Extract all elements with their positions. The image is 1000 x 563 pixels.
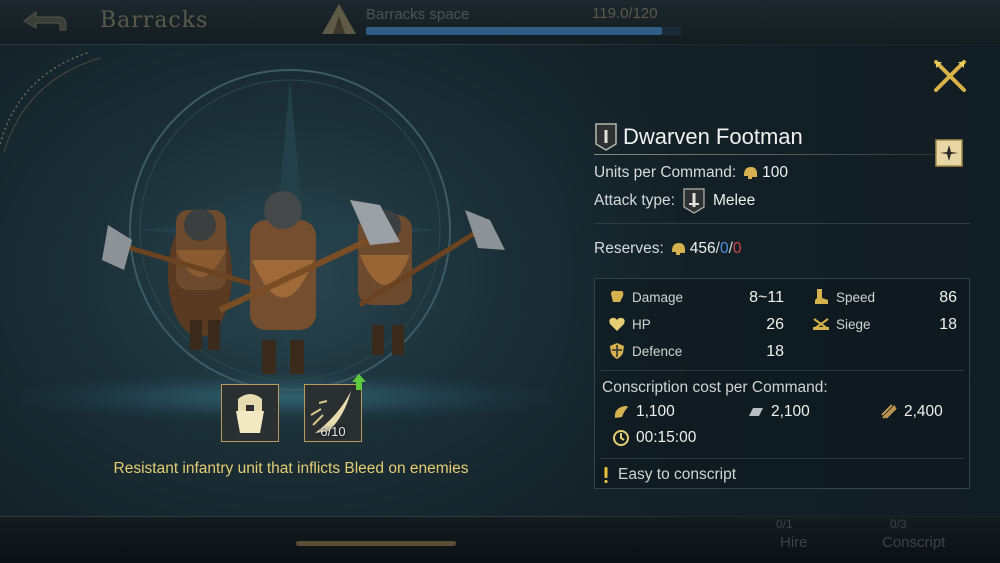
units-per-command-row: Units per Command: 100 — [594, 164, 788, 182]
damage-label: Damage — [632, 289, 684, 305]
hire-button[interactable]: Hire — [780, 534, 808, 551]
reserves-label: Reserves: — [594, 240, 664, 257]
attack-type-label: Attack type: — [594, 192, 675, 209]
defence-value: 18 — [766, 343, 784, 360]
food-icon — [614, 406, 628, 418]
unit-description: Resistant infantry unit that inflicts Bl… — [113, 460, 469, 477]
iron-ingot-icon — [749, 408, 763, 416]
skill-progress: 6/10 — [320, 424, 346, 439]
barracks-space-bar — [366, 27, 681, 35]
stat-damage: Damage — [608, 288, 683, 306]
melee-sword-icon — [683, 188, 705, 214]
back-button[interactable] — [14, 6, 72, 36]
siege-value: 18 — [939, 316, 957, 333]
speed-label: Speed — [836, 289, 876, 305]
boot-icon — [815, 289, 828, 304]
attack-type-value: Melee — [712, 192, 756, 209]
cost-food: 1,100 — [612, 403, 675, 421]
codex-button[interactable] — [932, 136, 966, 170]
units-per-command-label: Units per Command: — [594, 164, 737, 181]
stat-siege: Siege — [812, 315, 871, 333]
conscript-count: 0/3 — [890, 517, 907, 531]
damage-fist-icon — [611, 290, 624, 302]
clock-icon — [613, 430, 629, 446]
defence-label: Defence — [632, 343, 683, 359]
conscription-cost-title: Conscription cost per Command: — [602, 379, 828, 396]
siege-label: Siege — [836, 316, 871, 332]
skill-slot-2[interactable]: 6/10 — [304, 384, 362, 442]
helmet-icon — [744, 167, 758, 179]
hp-value: 26 — [766, 316, 784, 333]
unit-name: Dwarven Footman — [623, 124, 803, 149]
conscript-button[interactable]: Conscript — [882, 534, 945, 551]
bottom-bar-background — [0, 517, 1000, 563]
heart-icon — [609, 317, 625, 331]
cost-iron-value: 2,100 — [771, 403, 810, 420]
quantity-slider[interactable] — [296, 541, 456, 546]
name-divider — [594, 154, 934, 155]
speed-value: 86 — [939, 289, 957, 306]
cost-wood-value: 2,400 — [904, 403, 943, 420]
cost-iron: 2,100 — [747, 403, 810, 421]
tent-icon — [318, 2, 360, 38]
siege-icon — [813, 318, 829, 330]
hp-label: HP — [632, 316, 651, 332]
stat-defence: Defence — [608, 342, 682, 360]
barracks-space-value: 119.0/120 — [592, 5, 658, 22]
attack-type-row: Attack type: Melee — [594, 188, 755, 214]
helmet-icon — [671, 243, 685, 255]
wood-icon — [881, 404, 897, 419]
dwarf-portrait-icon — [222, 385, 278, 441]
damage-value: 8~11 — [749, 289, 784, 306]
back-arrow-icon — [23, 11, 67, 31]
stat-speed: Speed — [812, 288, 875, 306]
reserves-red-value: 0 — [732, 240, 742, 257]
crossed-swords-close-icon — [934, 60, 966, 92]
stat-hp: HP — [608, 315, 651, 333]
conscript-note: Easy to conscript — [602, 466, 736, 484]
stats-divider — [600, 370, 964, 371]
conscript-note-text: Easy to conscript — [618, 466, 737, 483]
reserves-value: 456 — [689, 240, 716, 257]
section-divider — [594, 223, 970, 224]
cost-food-value: 1,100 — [636, 403, 675, 420]
barracks-title: Barracks — [100, 8, 209, 33]
upgrade-arrow-icon — [352, 374, 366, 390]
reserves-row: Reserves: 456/0/0 — [594, 240, 742, 258]
skill-slot-1[interactable] — [221, 384, 279, 442]
units-per-command-value: 100 — [762, 164, 789, 181]
cost-wood: 2,400 — [880, 403, 943, 421]
shield-icon — [610, 343, 624, 359]
cost-time: 00:15:00 — [612, 429, 696, 447]
dwarven-footmen-illustration — [102, 69, 505, 390]
hire-count: 0/1 — [776, 517, 793, 531]
barracks-space-label: Barracks space — [366, 6, 470, 23]
reserves-blue-value: 0 — [719, 240, 729, 257]
exclamation-icon — [604, 467, 608, 483]
codex-scroll-icon — [935, 139, 963, 167]
cost-time-value: 00:15:00 — [636, 429, 697, 446]
rank-i-badge-icon — [595, 123, 617, 151]
close-button[interactable] — [930, 56, 970, 96]
barracks-space-fill — [366, 27, 663, 35]
cost-divider — [600, 458, 964, 459]
